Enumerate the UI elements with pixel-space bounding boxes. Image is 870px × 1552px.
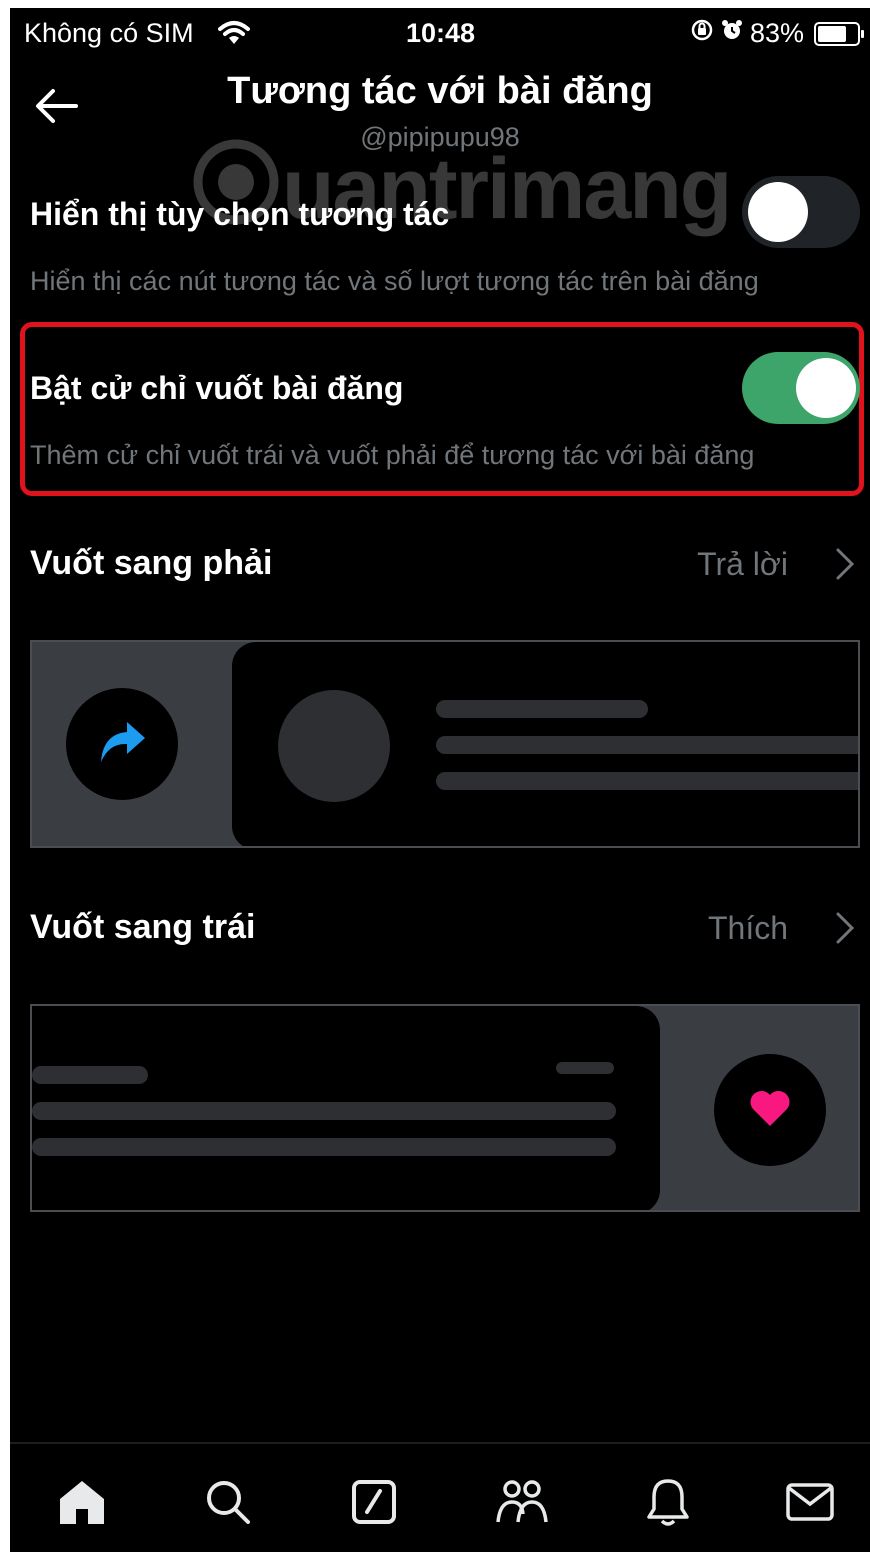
like-action-circle	[714, 1054, 826, 1166]
clock: 10:48	[406, 18, 476, 48]
search-icon[interactable]	[198, 1472, 258, 1532]
swipe-right-preview	[30, 640, 860, 848]
text-placeholder	[436, 736, 858, 754]
text-placeholder	[32, 1066, 148, 1084]
swipe-right-value: Trả lời	[697, 546, 788, 582]
swipe-gestures-toggle[interactable]	[742, 352, 860, 424]
communities-icon[interactable]	[492, 1472, 552, 1532]
setting-label: Bật cử chỉ vuốt bài đăng	[30, 370, 404, 406]
text-placeholder	[32, 1138, 616, 1156]
post-card	[32, 1006, 660, 1210]
swipe-right-label: Vuốt sang phải	[30, 544, 273, 582]
toggle-knob	[796, 358, 856, 418]
alarm-icon	[720, 18, 744, 49]
swipe-right-row[interactable]: Vuốt sang phải Trả lời	[10, 534, 870, 594]
wifi-icon	[218, 20, 250, 51]
text-placeholder	[556, 1062, 614, 1074]
chevron-right-icon	[834, 546, 856, 587]
phone-screen: Không có SIM 10:48 83% Tương tác với bài…	[10, 8, 870, 1552]
bottom-tab-bar	[10, 1444, 870, 1552]
post-card	[232, 642, 858, 846]
battery-percent: 83%	[749, 18, 804, 48]
swipe-left-preview	[30, 1004, 860, 1212]
status-right-group: 83%	[690, 18, 864, 49]
setting-label: Hiển thị tùy chọn tương tác	[30, 196, 450, 232]
battery-icon	[814, 21, 864, 46]
notifications-icon[interactable]	[638, 1472, 698, 1532]
orientation-lock-icon	[690, 18, 714, 49]
setting-description: Hiển thị các nút tương tác và số lượt tư…	[30, 266, 759, 296]
messages-icon[interactable]	[780, 1472, 840, 1532]
avatar-placeholder	[278, 690, 390, 802]
text-placeholder	[436, 772, 858, 790]
reply-action-circle	[66, 688, 178, 800]
swipe-left-row[interactable]: Vuốt sang trái Thích	[10, 898, 870, 958]
home-icon[interactable]	[52, 1472, 112, 1532]
battery-fill	[818, 25, 846, 42]
setting-swipe-gestures: Bật cử chỉ vuốt bài đăng Thêm cử chỉ vuố…	[10, 344, 870, 484]
text-placeholder	[32, 1102, 616, 1120]
status-bar: Không có SIM 10:48 83%	[10, 8, 870, 60]
compose-icon[interactable]	[344, 1472, 404, 1532]
page-title: Tương tác với bài đăng	[227, 70, 653, 112]
text-placeholder	[436, 700, 648, 718]
carrier-label: Không có SIM	[24, 18, 194, 48]
setting-interaction-options: Hiển thị tùy chọn tương tác Hiển thị các…	[10, 168, 870, 308]
heart-icon	[748, 1088, 792, 1133]
chevron-right-icon	[834, 910, 856, 951]
swipe-left-label: Vuốt sang trái	[30, 908, 256, 946]
reply-arrow-icon	[97, 720, 147, 769]
swipe-left-value: Thích	[707, 910, 788, 946]
interaction-options-toggle[interactable]	[742, 176, 860, 248]
setting-description: Thêm cử chỉ vuốt trái và vuốt phải để tư…	[30, 440, 755, 470]
toggle-knob	[748, 182, 808, 242]
